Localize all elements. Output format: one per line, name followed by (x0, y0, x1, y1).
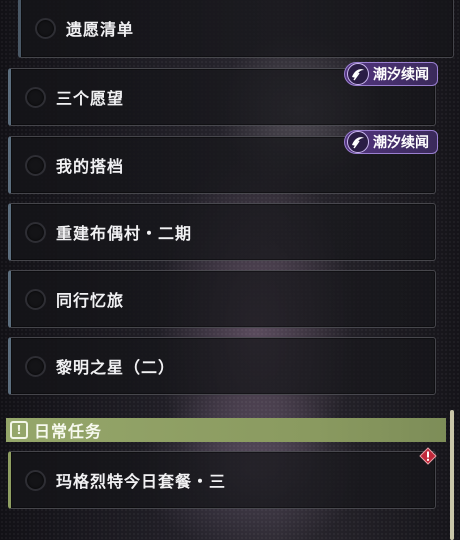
quest-status-circle (35, 17, 56, 39)
quest-status-circle (25, 86, 46, 108)
quest-status-circle (25, 469, 46, 491)
quest-item-star-of-dawn[interactable]: 黎明之星（二） (8, 337, 436, 395)
warning-diamond-icon (419, 447, 437, 465)
quest-title: 重建布偶村・二期 (56, 224, 193, 243)
quest-status-circle (25, 221, 46, 243)
event-tag-label: 潮汐续闻 (373, 67, 429, 83)
quest-title: 三个愿望 (56, 89, 125, 108)
exclamation-icon: ! (10, 421, 28, 439)
quest-title: 玛格烈特今日套餐・三 (56, 472, 227, 491)
quest-title: 遗愿清单 (66, 20, 135, 39)
event-tag-label: 潮汐续闻 (373, 135, 429, 151)
quest-item-rebuild-puppet-village[interactable]: 重建布偶村・二期 (8, 203, 436, 261)
tidal-event-icon (347, 63, 369, 85)
quest-status-circle (25, 355, 46, 377)
event-tag-tidal-tales: 潮汐续闻 (344, 130, 438, 154)
section-title: 日常任务 (34, 422, 103, 441)
quest-title: 同行忆旅 (56, 291, 125, 310)
quest-title: 我的搭档 (56, 157, 125, 176)
quest-title: 黎明之星（二） (56, 358, 176, 377)
event-tag-tidal-tales: 潮汐续闻 (344, 62, 438, 86)
quest-item-last-wishes[interactable]: 遗愿清单 (18, 0, 454, 58)
scrollbar[interactable] (450, 410, 454, 540)
quest-item-daily-set-meal[interactable]: 玛格烈特今日套餐・三 (8, 451, 436, 509)
tidal-event-icon (347, 131, 369, 153)
quest-status-circle (25, 288, 46, 310)
quest-item-travel-memories[interactable]: 同行忆旅 (8, 270, 436, 328)
daily-section-header[interactable]: ! 日常任务 (6, 418, 446, 442)
quest-status-circle (25, 154, 46, 176)
